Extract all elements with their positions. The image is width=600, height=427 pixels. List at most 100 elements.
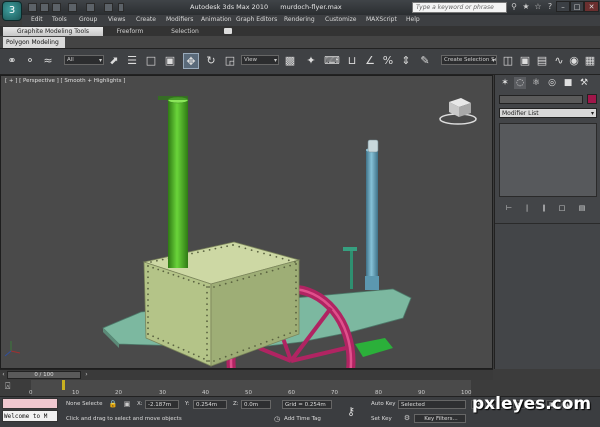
- view-cube[interactable]: [439, 98, 477, 125]
- select-by-name-icon[interactable]: ☰: [124, 53, 140, 69]
- time-tag-icon[interactable]: ◷: [272, 414, 282, 424]
- maxscript-listener-output[interactable]: [2, 398, 58, 409]
- next-frame-arrow-icon[interactable]: ›: [83, 371, 90, 379]
- auto-key-button[interactable]: Auto Key: [371, 401, 396, 407]
- maximize-button[interactable]: □: [570, 1, 584, 12]
- align-icon[interactable]: ▣: [517, 53, 533, 69]
- pin-stack-icon[interactable]: ⊢: [502, 203, 516, 213]
- angle-snap-icon[interactable]: ∠: [362, 53, 378, 69]
- select-and-scale-icon[interactable]: ◲: [222, 53, 238, 69]
- menu-group[interactable]: Group: [79, 16, 97, 23]
- favorites-icon[interactable]: ☆: [533, 2, 543, 12]
- unlink-icon[interactable]: ⚬: [22, 53, 38, 69]
- set-key-icon[interactable]: ⚷: [347, 405, 363, 418]
- display-tab-icon[interactable]: ■: [562, 77, 574, 89]
- maxscript-mini-listener[interactable]: Welcome to M: [2, 410, 58, 422]
- key-filters-icon[interactable]: ⚙: [402, 413, 412, 423]
- menu-views[interactable]: Views: [108, 16, 125, 23]
- quick-access-dropdown-icon[interactable]: [118, 3, 124, 12]
- spinner-snap-icon[interactable]: ⇕: [398, 53, 414, 69]
- menu-graph-editors[interactable]: Graph Editors: [236, 16, 277, 23]
- reference-coordinate-dropdown[interactable]: View: [241, 55, 279, 65]
- modifier-list-dropdown[interactable]: Modifier List: [499, 108, 597, 118]
- menu-help[interactable]: Help: [406, 16, 420, 23]
- communication-center-icon[interactable]: ★: [521, 2, 531, 12]
- ribbon-minimize-icon[interactable]: [224, 28, 232, 34]
- configure-modifier-sets-icon[interactable]: ▤: [575, 203, 589, 213]
- percent-snap-icon[interactable]: %: [380, 53, 396, 69]
- render-setup-icon[interactable]: ▦: [582, 53, 598, 69]
- menu-maxscript[interactable]: MAXScript: [366, 16, 397, 23]
- track-bar[interactable]: ⍓ 0 10 20 30 40 50 60 70 80 90 100: [0, 380, 493, 396]
- menu-tools[interactable]: Tools: [52, 16, 67, 23]
- search-icon[interactable]: ⚲: [509, 2, 519, 12]
- tab-selection[interactable]: Selection: [165, 27, 205, 36]
- utilities-tab-icon[interactable]: ⚒: [578, 77, 590, 89]
- select-object-icon[interactable]: ⬈: [106, 53, 122, 69]
- select-and-move-icon[interactable]: ✥: [183, 53, 199, 69]
- undo-icon[interactable]: [68, 3, 77, 12]
- object-name-field[interactable]: [499, 95, 583, 104]
- modifier-stack[interactable]: [499, 123, 597, 197]
- layer-manager-icon[interactable]: ▤: [534, 53, 550, 69]
- redo-icon[interactable]: [86, 3, 95, 12]
- modify-tab-icon[interactable]: ◌: [514, 77, 526, 89]
- rectangular-selection-icon[interactable]: □: [143, 53, 159, 69]
- remove-modifier-icon[interactable]: □: [555, 203, 569, 213]
- tab-graphite-modeling-tools[interactable]: Graphite Modeling Tools: [3, 27, 103, 36]
- add-time-tag-button[interactable]: Add Time Tag: [284, 416, 321, 422]
- track-bar-timeline[interactable]: 0 10 20 30 40 50 60 70 80 90 100: [29, 380, 472, 396]
- hierarchy-tab-icon[interactable]: ⚛: [530, 77, 542, 89]
- tab-freeform[interactable]: Freeform: [110, 27, 150, 36]
- set-key-button[interactable]: Set Key: [371, 416, 392, 422]
- menu-create[interactable]: Create: [136, 16, 156, 23]
- close-button[interactable]: ✕: [584, 1, 599, 12]
- create-tab-icon[interactable]: ✶: [499, 77, 511, 89]
- make-unique-icon[interactable]: ∥: [537, 203, 551, 213]
- open-file-icon[interactable]: [40, 3, 49, 12]
- project-folder-icon[interactable]: [104, 3, 113, 12]
- minimize-button[interactable]: –: [556, 1, 570, 12]
- rivet: [295, 317, 297, 320]
- time-slider-thumb[interactable]: 0 / 100: [7, 371, 81, 379]
- window-crossing-icon[interactable]: ▣: [162, 53, 178, 69]
- edit-named-selection-icon[interactable]: ✎: [417, 53, 433, 69]
- absolute-mode-icon[interactable]: ▣: [122, 399, 132, 409]
- material-editor-icon[interactable]: ◉: [566, 53, 582, 69]
- search-input[interactable]: Type a keyword or phrase: [412, 2, 507, 13]
- snaps-toggle-icon[interactable]: ⊔: [344, 53, 360, 69]
- bind-space-warp-icon[interactable]: ≈: [40, 53, 56, 69]
- app-logo-icon[interactable]: 3: [2, 1, 22, 21]
- save-file-icon[interactable]: [52, 3, 61, 12]
- menu-modifiers[interactable]: Modifiers: [166, 16, 193, 23]
- menu-customize[interactable]: Customize: [325, 16, 357, 23]
- curve-editor-icon[interactable]: ∿: [551, 53, 567, 69]
- help-icon[interactable]: ?: [545, 2, 555, 12]
- polygon-modeling-panel[interactable]: Polygon Modeling: [3, 37, 65, 48]
- new-file-icon[interactable]: [28, 3, 37, 12]
- z-coordinate-field[interactable]: 0.0m: [241, 400, 271, 409]
- y-coordinate-field[interactable]: 0.254m: [193, 400, 227, 409]
- keyboard-shortcut-override-icon[interactable]: ⌨: [324, 53, 340, 69]
- show-end-result-icon[interactable]: |: [520, 203, 534, 213]
- mini-curve-editor-icon[interactable]: ⍓: [5, 382, 19, 392]
- named-selection-sets-dropdown[interactable]: Create Selection Se: [441, 55, 497, 65]
- select-and-rotate-icon[interactable]: ↻: [203, 53, 219, 69]
- motion-tab-icon[interactable]: ◎: [546, 77, 558, 89]
- prev-frame-arrow-icon[interactable]: ‹: [0, 371, 7, 379]
- x-coordinate-field[interactable]: -2.187m: [145, 400, 179, 409]
- selection-filter-dropdown[interactable]: All: [64, 55, 104, 65]
- select-and-manipulate-icon[interactable]: ✦: [303, 53, 319, 69]
- select-and-link-icon[interactable]: ⚭: [4, 53, 20, 69]
- time-slider[interactable]: ‹ 0 / 100 ›: [0, 369, 493, 380]
- selection-lock-icon[interactable]: 🔒: [108, 399, 118, 409]
- use-pivot-center-icon[interactable]: ▩: [282, 53, 298, 69]
- object-color-swatch[interactable]: [587, 94, 597, 104]
- key-filters-button[interactable]: Key Filters...: [414, 414, 466, 423]
- menu-rendering[interactable]: Rendering: [284, 16, 315, 23]
- mirror-icon[interactable]: ◫: [500, 53, 516, 69]
- menu-animation[interactable]: Animation: [201, 16, 232, 23]
- menu-edit[interactable]: Edit: [31, 16, 43, 23]
- perspective-viewport[interactable]: [ + ] [ Perspective ] [ Smooth + Highlig…: [0, 75, 493, 369]
- key-mode-dropdown[interactable]: Selected: [398, 400, 466, 409]
